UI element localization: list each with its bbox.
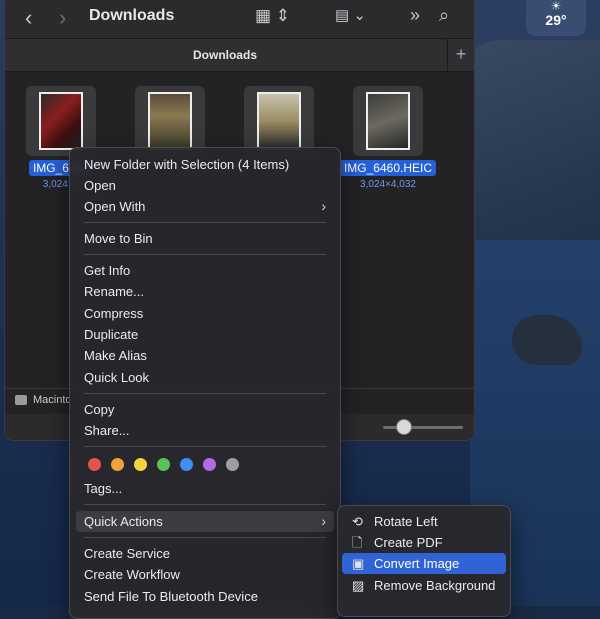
menu-item-duplicate[interactable]: Duplicate: [76, 324, 334, 345]
tag-purple[interactable]: [203, 458, 216, 471]
file-thumbnail: [135, 86, 205, 156]
menu-separator: [84, 446, 326, 447]
submenu-item-label: Convert Image: [374, 556, 460, 571]
tag-blue[interactable]: [180, 458, 193, 471]
document-icon: 🗋: [352, 535, 363, 550]
menu-separator: [84, 393, 326, 394]
tag-gray[interactable]: [226, 458, 239, 471]
menu-item-open-with[interactable]: Open With ›: [76, 196, 334, 217]
submenu-item-label: Rotate Left: [374, 514, 438, 529]
group-view-icon[interactable]: ▤ ⌄: [335, 6, 366, 24]
add-tab-icon[interactable]: +: [447, 39, 474, 71]
menu-item-make-alias[interactable]: Make Alias: [76, 345, 334, 366]
convert-image-icon: ▣: [352, 556, 365, 571]
menu-item-create-workflow[interactable]: Create Workflow: [76, 564, 334, 585]
menu-item-create-service[interactable]: Create Service: [76, 543, 334, 564]
rotate-left-icon: ⟲: [352, 514, 363, 529]
menu-item-quick-look[interactable]: Quick Look: [76, 367, 334, 388]
submenu-item-create-pdf[interactable]: 🗋 Create PDF: [342, 532, 506, 553]
menu-item-label: Quick Actions: [84, 514, 163, 529]
tag-orange[interactable]: [111, 458, 124, 471]
file-dimensions: 3,024×4,032: [360, 179, 416, 190]
chevron-right-icon: ›: [321, 513, 326, 529]
tag-yellow[interactable]: [134, 458, 147, 471]
temperature: 29°: [545, 12, 567, 28]
menu-item-move-to-bin[interactable]: Move to Bin: [76, 228, 334, 249]
menu-item-tags[interactable]: Tags...: [76, 478, 334, 499]
menu-separator: [84, 537, 326, 538]
back-icon[interactable]: ‹: [25, 5, 32, 31]
file-name: IMG_6460.HEIC: [339, 160, 437, 176]
more-icon[interactable]: »: [410, 5, 420, 26]
file-thumbnail: [244, 86, 314, 156]
tag-green[interactable]: [157, 458, 170, 471]
file-thumbnail: [26, 86, 96, 156]
menu-item-new-folder-with-selection[interactable]: New Folder with Selection (4 Items): [76, 154, 334, 175]
menu-item-send-file-to-bluetooth[interactable]: Send File To Bluetooth Device: [76, 586, 334, 607]
submenu-item-rotate-left[interactable]: ⟲ Rotate Left: [342, 511, 506, 532]
file-item[interactable]: IMG_6460.HEIC 3,024×4,032: [338, 86, 438, 190]
submenu-item-remove-background[interactable]: ▨ Remove Background: [342, 575, 506, 596]
submenu-item-label: Remove Background: [374, 578, 496, 593]
menu-item-open[interactable]: Open: [76, 175, 334, 196]
window-title: Downloads: [89, 7, 175, 24]
chevron-right-icon: ›: [321, 198, 326, 214]
menu-separator: [84, 504, 326, 505]
menu-separator: [84, 254, 326, 255]
menu-separator: [84, 222, 326, 223]
menu-item-rename[interactable]: Rename...: [76, 281, 334, 302]
submenu-item-convert-image[interactable]: ▣ Convert Image: [342, 553, 506, 574]
toolbar: ‹ › Downloads ▦ ⇕ ▤ ⌄ » ⌕: [5, 0, 474, 38]
menu-item-label: Open With: [84, 199, 146, 214]
remove-background-icon: ▨: [352, 578, 365, 593]
weather-widget[interactable]: ☀ 29°: [526, 0, 586, 36]
menu-item-get-info[interactable]: Get Info: [76, 260, 334, 281]
file-thumbnail: [353, 86, 423, 156]
submenu-item-label: Create PDF: [374, 535, 443, 550]
context-menu: New Folder with Selection (4 Items) Open…: [69, 147, 341, 619]
menu-item-compress[interactable]: Compress: [76, 303, 334, 324]
search-icon[interactable]: ⌕: [439, 5, 449, 26]
menu-item-share[interactable]: Share...: [76, 420, 334, 441]
icon-size-slider[interactable]: [383, 426, 463, 429]
icon-view-icon[interactable]: ▦ ⇕: [255, 6, 290, 26]
menu-item-copy[interactable]: Copy: [76, 399, 334, 420]
tab-downloads[interactable]: Downloads: [5, 48, 445, 62]
quick-actions-submenu: ⟲ Rotate Left 🗋 Create PDF ▣ Convert Ima…: [337, 505, 511, 617]
disk-icon: [15, 395, 27, 405]
forward-icon[interactable]: ›: [59, 5, 66, 31]
file-item[interactable]: [120, 86, 220, 156]
file-item[interactable]: [229, 86, 329, 156]
tab-bar: Downloads +: [5, 38, 474, 72]
icon-size-slider-knob[interactable]: [396, 419, 412, 435]
sun-icon: ☀: [550, 0, 562, 13]
path-bar-label[interactable]: Macinto: [33, 394, 72, 406]
menu-item-quick-actions[interactable]: Quick Actions ›: [76, 511, 334, 532]
tag-red[interactable]: [88, 458, 101, 471]
